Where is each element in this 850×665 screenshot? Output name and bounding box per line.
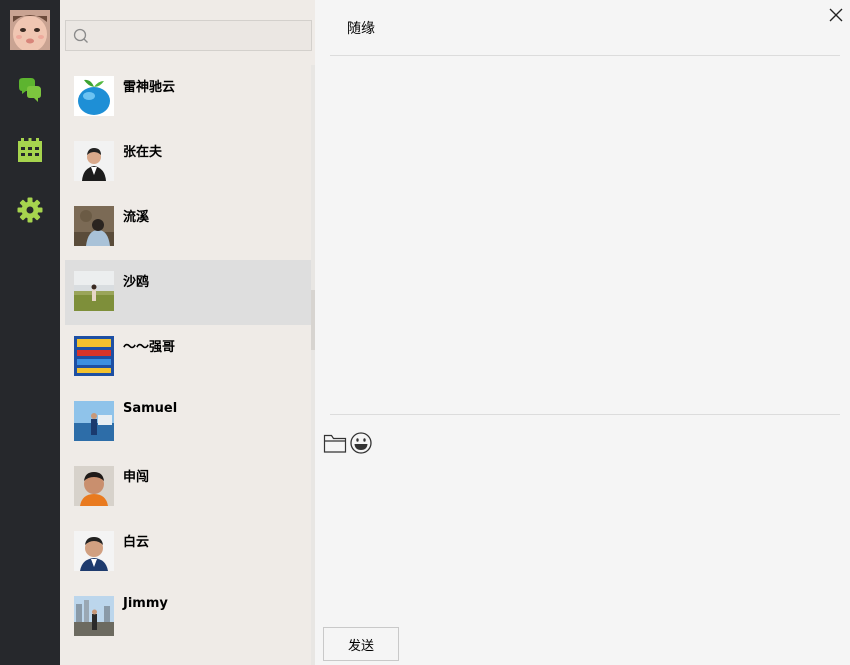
contact-avatar (74, 596, 114, 636)
message-area[interactable] (330, 56, 840, 414)
contact-item[interactable]: 流溪 (65, 195, 311, 260)
nav-settings-button[interactable] (15, 195, 45, 225)
search-box[interactable] (65, 20, 312, 51)
send-button[interactable]: 发送 (323, 627, 399, 661)
calendar-icon (18, 138, 42, 162)
contact-item[interactable]: 沙鸥 (65, 260, 311, 325)
contact-item[interactable]: ～～强哥 (65, 325, 311, 390)
close-icon (829, 8, 843, 22)
composer-divider (330, 414, 840, 415)
contact-item[interactable]: 雷神驰云 (65, 65, 311, 130)
folder-icon (323, 434, 347, 453)
message-input[interactable] (323, 462, 841, 620)
search-icon (73, 28, 88, 43)
emoji-button[interactable] (349, 432, 373, 454)
person-in-field-icon (74, 271, 114, 311)
contact-avatar (74, 401, 114, 441)
contact-list: 雷神驰云 张在夫 流溪 沙鸥 ～～强哥 Samuel 申闯 白云 Jimmy (65, 65, 311, 650)
contact-name: ～～强哥 (123, 340, 176, 355)
contact-name: 张在夫 (123, 145, 163, 160)
contact-name: 申闯 (123, 470, 150, 485)
emoji-icon (350, 432, 372, 454)
man-portrait-2-icon (74, 531, 114, 571)
contact-item[interactable]: 申闯 (65, 455, 311, 520)
man-portrait-icon (74, 466, 114, 506)
man-on-bridge-icon (74, 596, 114, 636)
nav-bar (0, 0, 60, 665)
contact-item[interactable]: 白云 (65, 520, 311, 585)
contact-name: 沙鸥 (123, 275, 150, 290)
contact-avatar (74, 336, 114, 376)
contact-item[interactable]: 张在夫 (65, 130, 311, 195)
man-by-sea-icon (74, 401, 114, 441)
person-outdoors-icon (74, 206, 114, 246)
blue-apple-icon (74, 76, 114, 116)
nav-chat-button[interactable] (15, 75, 45, 105)
baby-avatar-icon (10, 10, 50, 50)
man-in-suit-icon (74, 141, 114, 181)
contact-name: 流溪 (123, 210, 150, 225)
blue-poster-icon (74, 336, 114, 376)
close-button[interactable] (827, 6, 845, 24)
nav-calendar-button[interactable] (15, 135, 45, 165)
contact-avatar (74, 466, 114, 506)
send-file-button[interactable] (323, 432, 347, 454)
contact-avatar (74, 271, 114, 311)
contact-avatar (74, 76, 114, 116)
contact-avatar (74, 206, 114, 246)
chat-title: 随缘 (347, 21, 375, 37)
contact-item[interactable]: Jimmy (65, 585, 311, 650)
contact-name: 白云 (123, 535, 150, 550)
contact-avatar (74, 141, 114, 181)
user-avatar[interactable] (10, 10, 50, 50)
contact-avatar (74, 531, 114, 571)
chat-panel: 随缘 发送 (315, 0, 850, 665)
contact-name: 雷神驰云 (123, 80, 176, 95)
contact-name: Jimmy (123, 596, 168, 611)
contact-list-panel: 雷神驰云 张在夫 流溪 沙鸥 ～～强哥 Samuel 申闯 白云 Jimmy (60, 0, 315, 665)
gear-icon (17, 197, 43, 223)
contact-item[interactable]: Samuel (65, 390, 311, 455)
search-input[interactable] (94, 24, 304, 47)
chat-icon (19, 78, 41, 102)
contact-name: Samuel (123, 401, 178, 416)
